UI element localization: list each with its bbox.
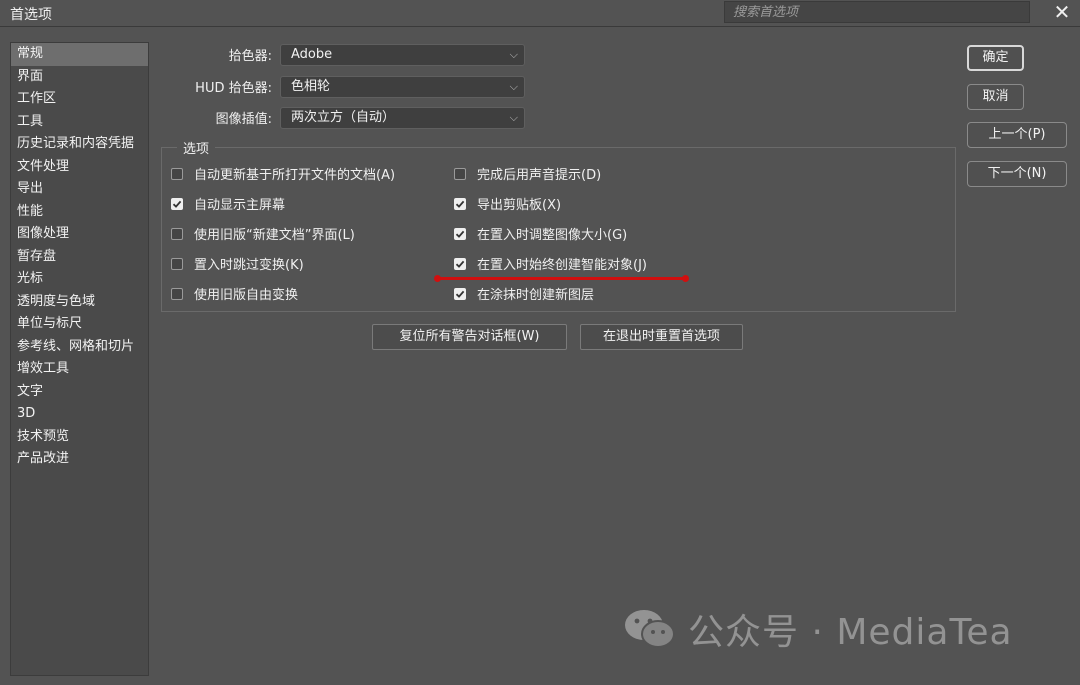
hud-color-picker-value: 色相轮 (291, 79, 331, 94)
option-checkbox-row[interactable]: 在置入时调整图像大小(G) (454, 224, 627, 243)
checkbox-checked-icon[interactable] (454, 227, 466, 240)
sidebar-item[interactable]: 光标 (11, 268, 148, 291)
option-checkbox-row[interactable]: 在涂抹时创建新图层 (454, 284, 594, 303)
interpolation-label: 图像插值: (215, 112, 272, 127)
option-label: 自动显示主屏幕 (194, 198, 286, 213)
option-checkbox-row[interactable]: 完成后用声音提示(D) (454, 164, 601, 183)
checkbox-unchecked-icon[interactable] (171, 257, 183, 270)
cancel-button[interactable]: 取消 (967, 84, 1024, 110)
sidebar-item[interactable]: 3D (11, 403, 148, 426)
option-label: 导出剪贴板(X) (477, 198, 562, 213)
sidebar-item[interactable]: 文件处理 (11, 156, 148, 179)
chevron-down-icon: ⌵ (509, 48, 518, 61)
chevron-down-icon: ⌵ (509, 80, 518, 93)
color-picker-select[interactable]: Adobe ⌵ (280, 44, 525, 66)
sidebar-item[interactable]: 导出 (11, 178, 148, 201)
option-checkbox-row[interactable]: 自动显示主屏幕 (171, 194, 285, 213)
window-title: 首选项 (10, 7, 52, 23)
option-checkbox-row[interactable]: 使用旧版自由变换 (171, 284, 298, 303)
checkbox-checked-icon[interactable] (454, 257, 466, 270)
ok-button[interactable]: 确定 (967, 45, 1024, 71)
sidebar: 常规 界面 工作区 工具 历史记录和内容凭据 文件处理 导出 性能 图像处理 暂存盘 光标 透明度与色… (10, 42, 149, 676)
chevron-down-icon: ⌵ (509, 111, 518, 124)
search-input[interactable] (724, 1, 1030, 23)
checkbox-unchecked-icon[interactable] (171, 167, 183, 180)
sidebar-item[interactable]: 产品改进 (11, 448, 148, 471)
reset-prefs-button[interactable]: 在退出时重置首选项 (580, 324, 743, 350)
checkbox-checked-icon[interactable] (171, 197, 183, 210)
prev-button[interactable]: 上一个(P) (967, 122, 1067, 148)
checkbox-unchecked-icon[interactable] (171, 227, 183, 240)
sidebar-item[interactable]: 常规 (11, 43, 148, 66)
color-picker-value: Adobe (291, 47, 333, 62)
sidebar-item[interactable]: 图像处理 (11, 223, 148, 246)
sidebar-item[interactable]: 参考线、网格和切片 (11, 336, 148, 359)
reset-warnings-button[interactable]: 复位所有警告对话框(W) (372, 324, 567, 350)
sidebar-item[interactable]: 工作区 (11, 88, 148, 111)
options-legend: 选项 (177, 138, 216, 157)
watermark: 公众号 · MediaTea (622, 603, 1013, 655)
sidebar-item[interactable]: 透明度与色域 (11, 291, 148, 314)
option-checkbox-row[interactable]: 在置入时始终创建智能对象(J) (454, 254, 647, 273)
watermark-text: 公众号 · MediaTea (688, 612, 1013, 653)
red-underline-annotation (434, 275, 689, 282)
hud-color-picker-label: HUD 拾色器: (195, 81, 272, 96)
option-label: 使用旧版“新建文档”界面(L) (194, 228, 355, 243)
option-checkbox-row[interactable]: 导出剪贴板(X) (454, 194, 561, 213)
option-checkbox-row[interactable]: 置入时跳过变换(K) (171, 254, 304, 273)
wechat-icon (625, 610, 675, 648)
checkbox-unchecked-icon[interactable] (454, 167, 466, 180)
next-button[interactable]: 下一个(N) (967, 161, 1067, 187)
sidebar-item[interactable]: 增效工具 (11, 358, 148, 381)
close-icon[interactable]: ✕ (1050, 0, 1074, 24)
sidebar-item[interactable]: 性能 (11, 201, 148, 224)
sidebar-item[interactable]: 界面 (11, 66, 148, 89)
sidebar-item[interactable]: 工具 (11, 111, 148, 134)
option-label: 在置入时始终创建智能对象(J) (477, 258, 647, 273)
sidebar-item[interactable]: 暂存盘 (11, 246, 148, 269)
color-picker-label: 拾色器: (228, 49, 272, 64)
checkbox-checked-icon[interactable] (454, 287, 466, 300)
sidebar-item[interactable]: 单位与标尺 (11, 313, 148, 336)
sidebar-item[interactable]: 文字 (11, 381, 148, 404)
hud-color-picker-select[interactable]: 色相轮 ⌵ (280, 76, 525, 98)
option-checkbox-row[interactable]: 自动更新基于所打开文件的文档(A) (171, 164, 395, 183)
sidebar-item[interactable]: 技术预览 (11, 426, 148, 449)
interpolation-value: 两次立方（自动） (291, 110, 396, 125)
option-label: 完成后用声音提示(D) (477, 168, 602, 183)
option-label: 自动更新基于所打开文件的文档(A) (194, 168, 396, 183)
option-label: 在涂抹时创建新图层 (477, 288, 595, 303)
option-label: 置入时跳过变换(K) (194, 258, 304, 273)
title-bar: 首选项 ✕ (0, 0, 1080, 27)
interpolation-select[interactable]: 两次立方（自动） ⌵ (280, 107, 525, 129)
option-label: 在置入时调整图像大小(G) (477, 228, 628, 243)
option-label: 使用旧版自由变换 (194, 288, 299, 303)
checkbox-checked-icon[interactable] (454, 197, 466, 210)
option-checkbox-row[interactable]: 使用旧版“新建文档”界面(L) (171, 224, 355, 243)
checkbox-unchecked-icon[interactable] (171, 287, 183, 300)
sidebar-item[interactable]: 历史记录和内容凭据 (11, 133, 148, 156)
